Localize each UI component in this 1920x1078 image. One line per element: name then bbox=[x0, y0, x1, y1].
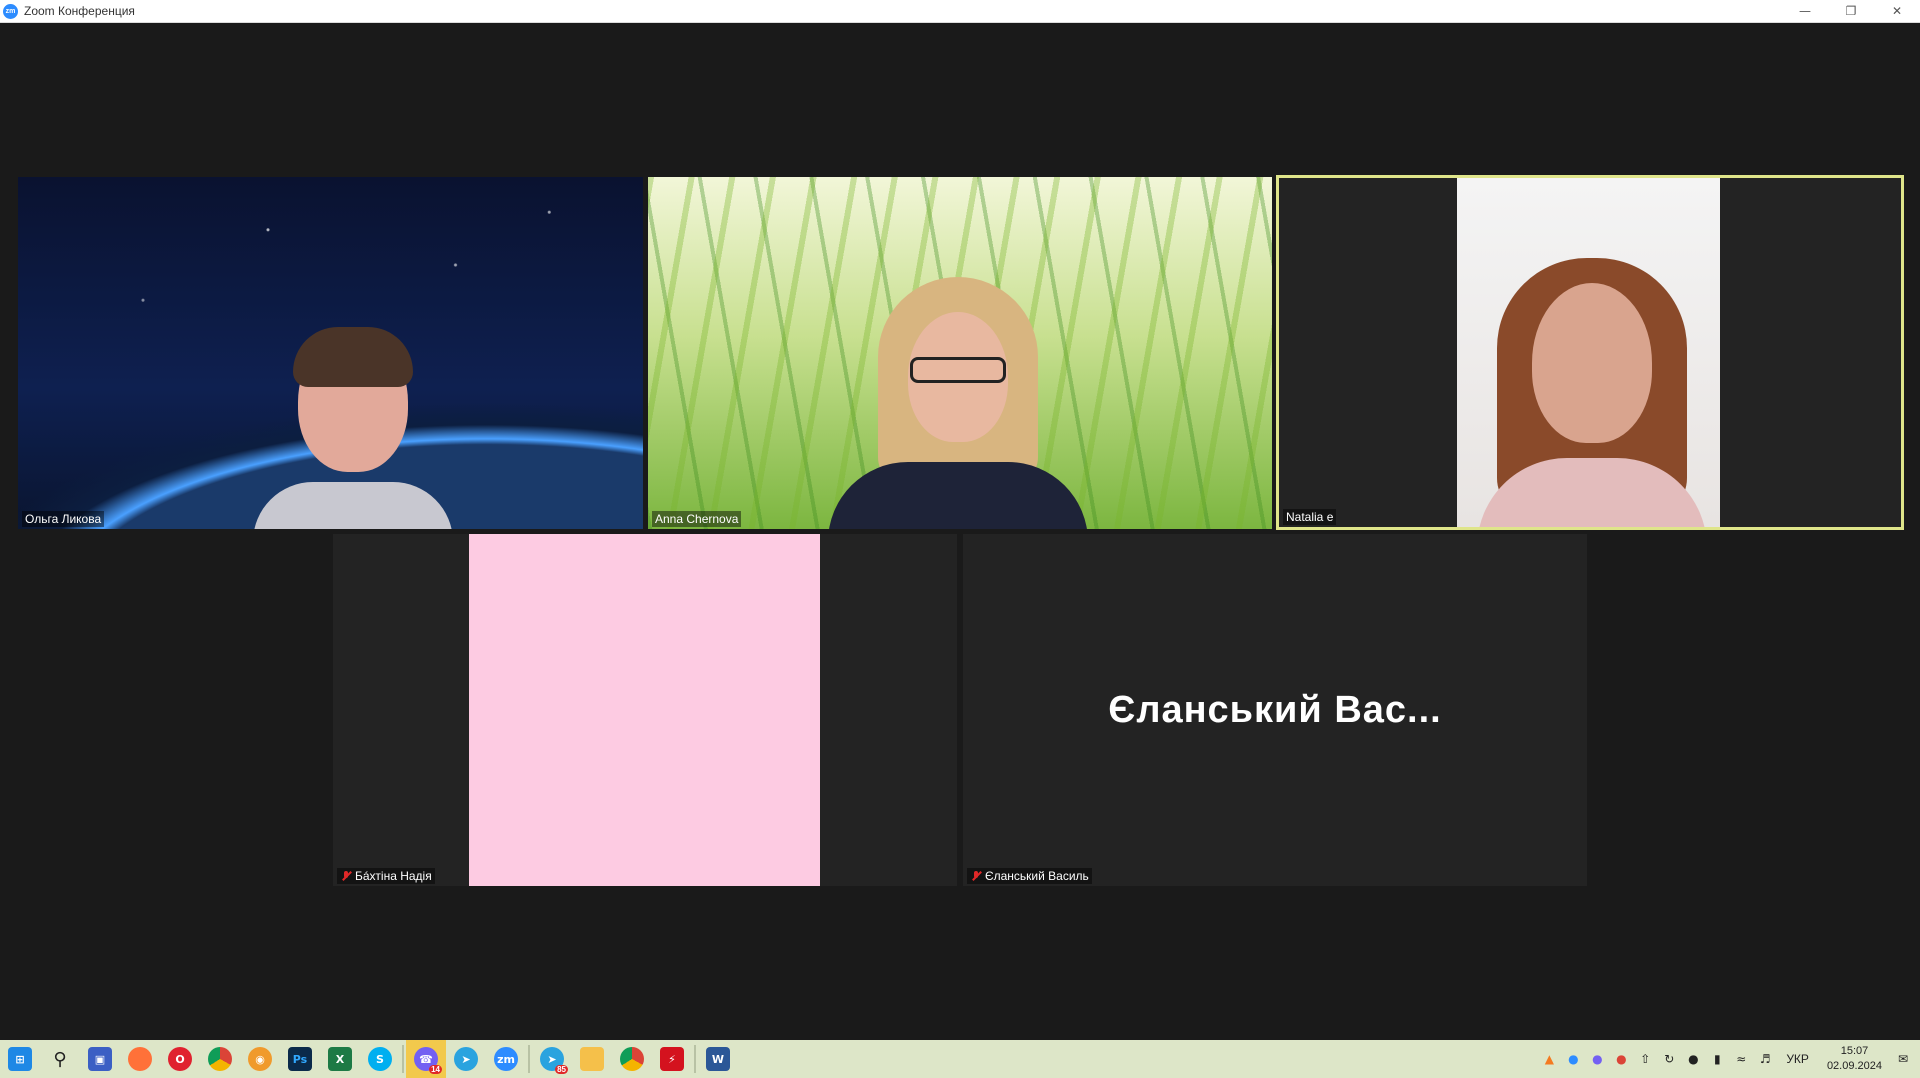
avast-icon[interactable]: ▲ bbox=[1540, 1050, 1558, 1068]
participant-display-name: Єланський Вас... bbox=[1108, 688, 1442, 731]
photoshop-icon[interactable]: Ps bbox=[280, 1040, 320, 1078]
taskbar-separator bbox=[694, 1045, 696, 1073]
file-explorer-icon[interactable] bbox=[572, 1040, 612, 1078]
notification-center-icon[interactable]: ✉ bbox=[1894, 1050, 1912, 1068]
chrome-tray-icon[interactable]: ● bbox=[1612, 1050, 1630, 1068]
windows-start-icon[interactable]: ⊞ bbox=[0, 1040, 40, 1078]
taskbar: ⊞ ⚲ ▣ O ◉ Ps X S ☎ 14 ➤ zm ➤ 85 ⚡ W ▲ ● … bbox=[0, 1040, 1920, 1078]
participant-name: Єланський Василь bbox=[985, 869, 1089, 883]
language-indicator[interactable]: УКР bbox=[1786, 1052, 1809, 1066]
upload-tray-icon[interactable]: ⇧ bbox=[1636, 1050, 1654, 1068]
participant-tile[interactable]: Anna Chernova bbox=[648, 177, 1272, 529]
participant-video bbox=[828, 277, 1088, 529]
participant-name: Natalia e bbox=[1286, 510, 1334, 524]
minimize-icon[interactable]: — bbox=[1782, 0, 1828, 22]
participant-tile[interactable]: Єланський Вас... Єланський Василь bbox=[963, 534, 1587, 886]
telegram-icon[interactable]: ➤ bbox=[446, 1040, 486, 1078]
save-app-icon[interactable]: ▣ bbox=[80, 1040, 120, 1078]
wifi-icon[interactable]: ≈ bbox=[1732, 1050, 1750, 1068]
participant-name-label: Anna Chernova bbox=[652, 511, 742, 527]
eye-app-icon[interactable]: ◉ bbox=[240, 1040, 280, 1078]
skype-icon[interactable]: S bbox=[360, 1040, 400, 1078]
acrobat-icon[interactable]: ⚡ bbox=[652, 1040, 692, 1078]
taskbar-separator bbox=[528, 1045, 530, 1073]
gallery-view: Ольга Ликова Anna Chernova Natalia e Бáх… bbox=[0, 23, 1920, 1040]
participant-name-label: Natalia e bbox=[1283, 509, 1337, 525]
participant-name: Anna Chernova bbox=[655, 512, 739, 526]
taskbar-separator bbox=[402, 1045, 404, 1073]
participant-tile[interactable]: Ольга Ликова bbox=[18, 177, 643, 529]
system-tray: ▲ ● ● ● ⇧ ↻ ● ▮ ≈ ♬ УКР 15:07 02.09.2024… bbox=[1540, 1040, 1920, 1078]
telegram-2-icon[interactable]: ➤ 85 bbox=[532, 1040, 572, 1078]
clock-date: 02.09.2024 bbox=[1826, 1060, 1882, 1072]
search-icon[interactable]: ⚲ bbox=[40, 1040, 80, 1078]
restore-icon[interactable]: ❐ bbox=[1828, 0, 1874, 22]
title-bar: zm Zoom Конференция — ❐ ✕ bbox=[0, 0, 1920, 23]
participant-tile[interactable]: Бáхтіна Надія bbox=[333, 534, 957, 886]
participant-video bbox=[1457, 178, 1720, 527]
close-icon[interactable]: ✕ bbox=[1874, 0, 1920, 22]
opera-icon[interactable]: O bbox=[160, 1040, 200, 1078]
participant-name-label: Ольга Ликова bbox=[22, 511, 105, 527]
window-controls: — ❐ ✕ bbox=[1782, 0, 1920, 22]
notification-badge: 85 bbox=[555, 1065, 568, 1074]
volume-icon[interactable]: ♬ bbox=[1756, 1050, 1774, 1068]
notification-badge: 14 bbox=[429, 1065, 442, 1074]
participant-name: Бáхтіна Надія bbox=[355, 869, 432, 883]
participant-name-label: Бáхтіна Надія bbox=[337, 868, 435, 884]
mic-muted-icon bbox=[970, 870, 982, 882]
clock-time: 15:07 bbox=[1840, 1045, 1869, 1057]
mic-muted-icon bbox=[340, 870, 352, 882]
window-title: Zoom Конференция bbox=[24, 4, 135, 18]
viber-tray-icon[interactable]: ● bbox=[1588, 1050, 1606, 1068]
clock[interactable]: 15:07 02.09.2024 bbox=[1827, 1044, 1882, 1074]
firefox-icon[interactable] bbox=[120, 1040, 160, 1078]
microphone-icon[interactable]: ● bbox=[1684, 1050, 1702, 1068]
chrome-icon[interactable] bbox=[200, 1040, 240, 1078]
participant-video bbox=[253, 327, 453, 529]
zoom-tray-icon[interactable]: ● bbox=[1564, 1050, 1582, 1068]
zoom-app-icon: zm bbox=[3, 3, 18, 19]
excel-icon[interactable]: X bbox=[320, 1040, 360, 1078]
participant-video bbox=[469, 534, 820, 886]
participant-name: Ольга Ликова bbox=[25, 512, 102, 526]
word-icon[interactable]: W bbox=[698, 1040, 738, 1078]
participant-name-label: Єланський Василь bbox=[967, 868, 1092, 884]
sync-tray-icon[interactable]: ↻ bbox=[1660, 1050, 1678, 1068]
zoom-icon[interactable]: zm bbox=[486, 1040, 526, 1078]
viber-icon[interactable]: ☎ 14 bbox=[406, 1040, 446, 1078]
chrome-2-icon[interactable] bbox=[612, 1040, 652, 1078]
battery-icon[interactable]: ▮ bbox=[1708, 1050, 1726, 1068]
active-speaker-tile[interactable]: Natalia e bbox=[1276, 175, 1904, 530]
